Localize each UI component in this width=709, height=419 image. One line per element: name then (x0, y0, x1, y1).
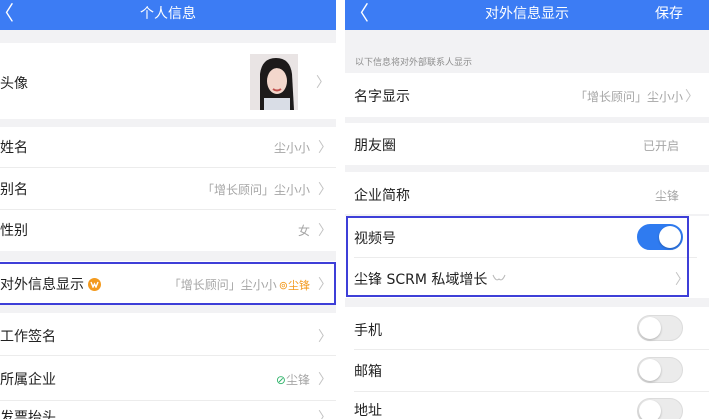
company-short-label: 企业简称 (354, 188, 410, 204)
company-value-wrap: ⊘尘锋 (276, 371, 310, 388)
page-title: 个人信息 (140, 6, 196, 22)
company-value: 尘锋 (285, 373, 310, 387)
phone-row: 手机 (345, 307, 709, 349)
email-row: 邮箱 (345, 350, 709, 391)
name-row[interactable]: 姓名 尘小小 〉 (0, 127, 336, 167)
avatar-chevron-icon: 〉 (316, 75, 330, 91)
alias-value: 「增长顾问」尘小小 (201, 183, 310, 197)
personal-info-screen: 〈 个人信息 头像 〉 姓名 尘小小 〉 别名 「增长顾问」尘小小 〉 性别 女… (0, 0, 336, 419)
gender-label: 性别 (0, 223, 28, 239)
name-value: 尘小小 (273, 141, 310, 155)
external-info-screen: 〈 对外信息显示 保存 以下信息将对外部联系人显示 名字显示 「增长顾问」尘小小… (345, 0, 709, 419)
phone-toggle[interactable] (637, 315, 683, 341)
toggle-knob (639, 359, 661, 381)
signature-row[interactable]: 工作签名 〉 (0, 313, 336, 354)
chevron-right-icon: 〉 (318, 140, 332, 156)
highlight-box (0, 262, 336, 305)
company-label: 所属企业 (0, 372, 56, 388)
toggle-knob (639, 317, 661, 339)
moments-status: 已开启 (642, 139, 679, 153)
chevron-right-icon: 〉 (685, 89, 699, 105)
save-button[interactable]: 保存 (655, 0, 683, 28)
toggle-knob (639, 400, 661, 419)
address-toggle[interactable] (637, 398, 683, 419)
name-label: 姓名 (0, 140, 28, 156)
chevron-right-icon: 〉 (318, 223, 332, 239)
company-row[interactable]: 所属企业 ⊘尘锋 〉 (0, 356, 336, 400)
avatar-label: 头像 (0, 76, 28, 92)
verified-icon: ⊘ (275, 373, 286, 387)
address-label: 地址 (354, 403, 382, 419)
hint-text: 以下信息将对外部联系人显示 (355, 58, 473, 68)
chevron-right-icon: 〉 (318, 410, 332, 419)
email-toggle[interactable] (637, 357, 683, 383)
invoice-row[interactable]: 发票抬头 〉 (0, 401, 336, 419)
moments-label: 朋友圈 (354, 138, 396, 154)
company-short-row[interactable]: 企业简称 尘锋 (345, 172, 709, 214)
alias-row[interactable]: 别名 「增长顾问」尘小小 〉 (0, 168, 336, 209)
chevron-right-icon: 〉 (318, 329, 332, 345)
signature-label: 工作签名 (0, 329, 56, 345)
invoice-label: 发票抬头 (0, 410, 56, 419)
avatar (250, 54, 298, 110)
gender-value: 女 (297, 224, 310, 238)
chevron-right-icon: 〉 (318, 372, 332, 388)
highlight-box (346, 216, 689, 297)
moments-row[interactable]: 朋友圈 已开启 (345, 123, 709, 165)
display-name-label: 名字显示 (354, 89, 410, 105)
gender-row[interactable]: 性别 女 〉 (0, 210, 336, 251)
alias-label: 别名 (0, 182, 28, 198)
navbar: 〈 个人信息 (0, 0, 336, 30)
address-row: 地址 (345, 392, 709, 419)
display-name-value: 「增长顾问」尘小小 (574, 90, 683, 104)
navbar: 〈 对外信息显示 保存 (345, 0, 709, 30)
company-short-value: 尘锋 (654, 189, 679, 203)
phone-label: 手机 (354, 323, 382, 339)
email-label: 邮箱 (354, 364, 382, 380)
display-name-row[interactable]: 名字显示 「增长顾问」尘小小 〉 (345, 73, 709, 117)
chevron-right-icon: 〉 (318, 182, 332, 198)
